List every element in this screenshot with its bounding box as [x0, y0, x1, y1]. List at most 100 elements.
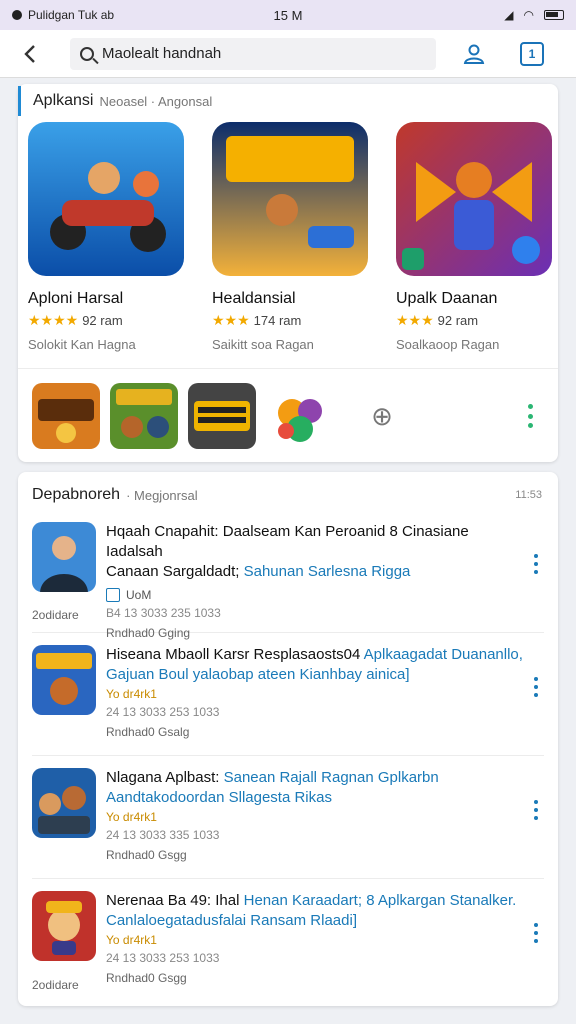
account-button[interactable]	[460, 40, 488, 68]
item-stats: B4 13 3033 235 1033	[106, 606, 221, 620]
app-card[interactable]: Upalk Daanan ★★★ 92 ram Soalkaoop Ragan	[396, 122, 556, 352]
item-title: Nerenaa Ba 49: Ihal Henan Karaadart; 8 A…	[106, 891, 526, 911]
item-subtitle-prefix: Canaan Sargaldadt;	[106, 563, 240, 580]
tabs-icon: 1	[528, 46, 536, 61]
list-item[interactable]: Nlagana Aplbast: Sanean Rajall Ragnan Gp…	[32, 756, 544, 879]
app-meta: Soalkaoop Ragan	[396, 337, 500, 352]
item-link[interactable]: Henan Karaadart; 8 Aplkargan Stanalker.	[244, 892, 517, 909]
item-subtitle: Canaan Sargaldadt; Sahunan Sarlesna Rigg…	[106, 562, 526, 582]
item-link[interactable]: Aplkaagadat Duananllo,	[364, 646, 523, 663]
item-body: Nlagana Aplbast: Sanean Rajall Ragnan Gp…	[106, 768, 526, 878]
item-rating: Yo dr4rk1	[106, 933, 157, 947]
rating-text: 174 ram	[253, 313, 302, 328]
app-card[interactable]: Healdansial ★★★ 174 ram Saikitt soa Raga…	[212, 122, 372, 352]
section-header: Aplkansi Neoasel · Angonsal	[18, 86, 558, 116]
item-subtitle: Canlaloegatadusfalai Ransam Rlaadi]	[106, 912, 357, 929]
app-icon-fantasy	[396, 122, 552, 276]
item-tag: UoM	[106, 588, 526, 602]
section-header: Depabnoreh · Megjonrsal 11:53	[18, 480, 558, 510]
top-bar: 1	[0, 30, 576, 78]
item-subtitle: Aandtakodoordan Sllagesta Rikas	[106, 789, 332, 806]
item-date: Rndhad0 Gsalg	[106, 725, 190, 739]
thumbnail-row: ⊕	[18, 369, 558, 449]
status-right: ◢ ◠	[380, 8, 564, 22]
status-left: Pulidgan Tuk ab	[12, 8, 196, 22]
more-options-icon[interactable]	[534, 923, 540, 943]
thumb-game-4[interactable]	[266, 383, 334, 449]
search-bar[interactable]	[70, 37, 436, 70]
section-count: 11:53	[515, 489, 542, 501]
item-subtitle: Gajuan Boul yalaobap ateen Kianhbay aini…	[106, 666, 410, 683]
item-title-text: Nlagana Aplbast:	[106, 769, 220, 786]
app-carousel: Aploni Harsal ★★★★ 92 ram Solokit Kan Ha…	[18, 116, 558, 352]
item-link[interactable]: Sahunan Sarlesna Rigga	[244, 563, 411, 580]
app-rating: ★★★ 92 ram	[396, 312, 556, 329]
item-rating: Yo dr4rk1	[106, 810, 157, 824]
app-name: Aploni Harsal	[28, 290, 124, 307]
item-title: Hqaah Cnapahit: Daalseam Kan Peroanid 8 …	[106, 523, 469, 560]
notification-icon	[12, 10, 22, 20]
result-list: Hqaah Cnapahit: Daalseam Kan Peroanid 8 …	[18, 510, 558, 1002]
more-options-icon[interactable]	[534, 800, 540, 820]
list-item[interactable]: Hiseana Mbaoll Karsr Resplasaosts04 Aplk…	[32, 633, 544, 756]
item-rating: Yo dr4rk1	[106, 687, 157, 701]
app-meta: Solokit Kan Hagna	[28, 337, 136, 352]
star-rating-icon: ★★★	[212, 312, 250, 328]
app-card[interactable]: Aploni Harsal ★★★★ 92 ram Solokit Kan Ha…	[28, 122, 188, 352]
item-date: Rndhad0 Gsgg	[106, 971, 187, 985]
item-title: Nlagana Aplbast: Sanean Rajall Ragnan Gp…	[106, 768, 526, 788]
item-date: Rndhad0 Gsgg	[106, 848, 187, 862]
status-bar: Pulidgan Tuk ab 15 M ◢ ◠	[0, 0, 576, 30]
app-name: Upalk Daanan	[396, 290, 498, 307]
item-title-text: Hiseana Mbaoll Karsr Resplasaosts04	[106, 646, 361, 663]
carrier-label: Pulidgan Tuk ab	[28, 8, 115, 22]
app-rating: ★★★★ 92 ram	[28, 312, 188, 329]
signal-icon: ◢	[504, 8, 514, 22]
tag-label: UoM	[126, 588, 152, 602]
add-icon[interactable]: ⊕	[364, 398, 400, 434]
section-subtitle: · Megjonrsal	[126, 487, 198, 503]
thumb-game-2[interactable]	[110, 383, 178, 449]
app-meta: Saikitt soa Ragan	[212, 337, 314, 352]
item-link[interactable]: Sanean Rajall Ragnan Gplkarbn	[224, 769, 439, 786]
rating-text: 92 ram	[437, 313, 479, 328]
app-rating: ★★★ 174 ram	[212, 312, 372, 329]
back-button[interactable]	[14, 38, 46, 70]
thumb-game-3[interactable]	[188, 383, 256, 449]
more-options-icon[interactable]	[534, 677, 540, 697]
item-body: Hiseana Mbaoll Karsr Resplasaosts04 Aplk…	[106, 645, 526, 755]
star-rating-icon: ★★★★	[28, 312, 79, 328]
battery-icon	[544, 10, 564, 20]
item-stats: 24 13 3033 253 1033	[106, 705, 220, 719]
more-options-icon[interactable]	[528, 404, 534, 428]
rating-text: 92 ram	[82, 313, 123, 328]
avatar-photo	[32, 522, 96, 592]
clock: 15 M	[273, 7, 303, 23]
document-icon	[106, 588, 120, 602]
item-left-label: 2odidare	[32, 608, 79, 622]
section-title: Aplkansi	[33, 92, 94, 109]
item-body: Hqaah Cnapahit: Daalseam Kan Peroanid 8 …	[106, 522, 526, 640]
back-arrow-icon	[24, 44, 35, 63]
list-item[interactable]: Hqaah Cnapahit: Daalseam Kan Peroanid 8 …	[32, 510, 544, 640]
item-body: Nerenaa Ba 49: Ihal Henan Karaadart; 8 A…	[106, 891, 526, 1002]
star-rating-icon: ★★★	[396, 312, 434, 328]
search-icon	[80, 46, 94, 61]
item-stats: 24 13 3033 335 1033	[106, 828, 220, 842]
app-name: Healdansial	[212, 290, 296, 307]
item-title: Hiseana Mbaoll Karsr Resplasaosts04 Aplk…	[106, 645, 526, 665]
recommended-apps-card: Aplkansi Neoasel · Angonsal Aploni Harsa…	[18, 84, 558, 462]
user-icon	[463, 44, 485, 64]
tabs-button[interactable]: 1	[520, 41, 544, 66]
app-icon-hero	[32, 891, 96, 961]
section-subtitle: Neoasel · Angonsal	[99, 93, 213, 109]
app-icon-racing	[28, 122, 184, 276]
more-options-icon[interactable]	[534, 554, 540, 574]
list-item[interactable]: Nerenaa Ba 49: Ihal Henan Karaadart; 8 A…	[32, 879, 544, 1002]
section-title: Depabnoreh	[32, 486, 121, 503]
item-title-text: Nerenaa Ba 49: Ihal	[106, 892, 240, 909]
thumb-game-1[interactable]	[32, 383, 100, 449]
app-icon-game	[32, 645, 96, 715]
search-input[interactable]	[102, 45, 402, 62]
results-card: Depabnoreh · Megjonrsal 11:53 Hqaah Cnap…	[18, 472, 558, 1006]
